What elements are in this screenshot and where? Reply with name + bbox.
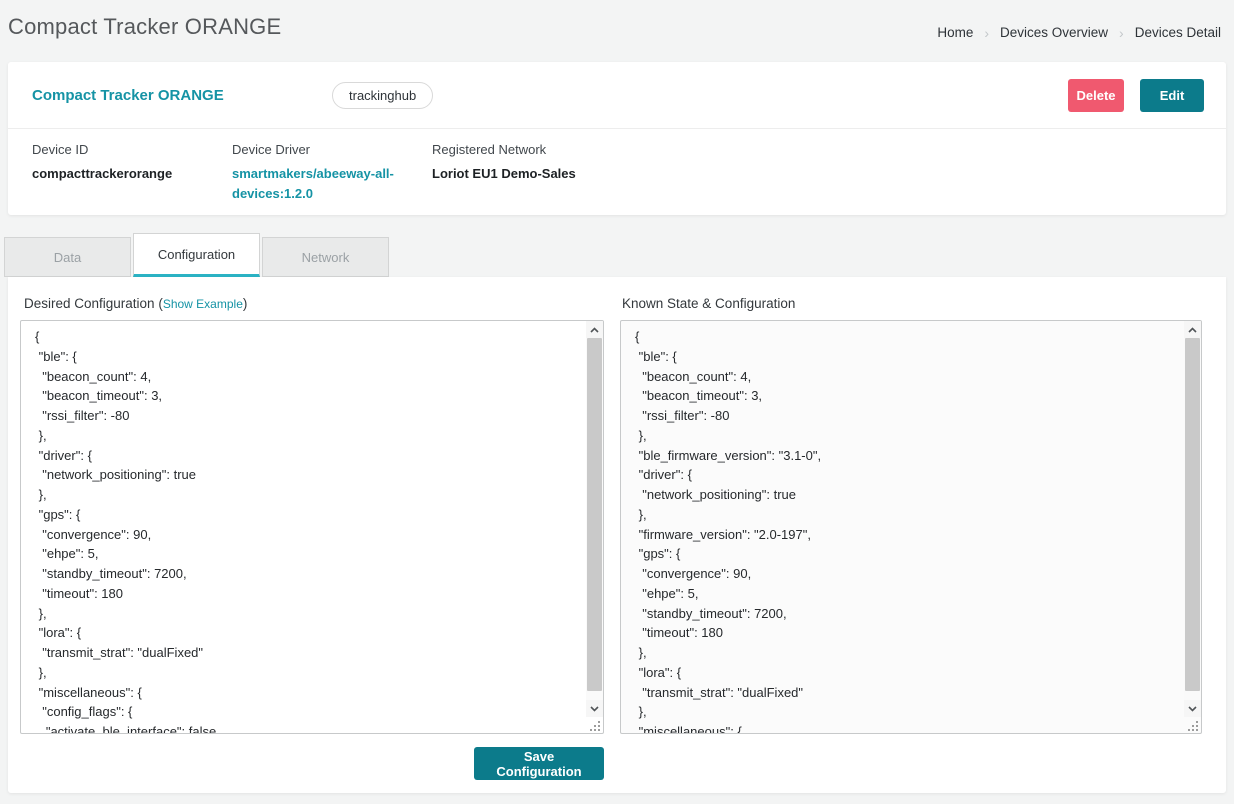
save-configuration-button[interactable]: Save Configuration bbox=[474, 747, 604, 780]
known-state-scrollbar[interactable] bbox=[1184, 321, 1201, 717]
tab-bar: Data Configuration Network bbox=[4, 233, 391, 277]
breadcrumb-separator-icon: › bbox=[984, 26, 989, 40]
tab-network[interactable]: Network bbox=[262, 237, 389, 277]
breadcrumb-devices-detail: Devices Detail bbox=[1135, 25, 1221, 40]
scrollbar-thumb[interactable] bbox=[1185, 338, 1200, 691]
show-example-link[interactable]: Show Example bbox=[163, 297, 243, 311]
known-state-textarea[interactable]: { "ble": { "beacon_count": 4, "beacon_ti… bbox=[620, 320, 1202, 734]
edit-button[interactable]: Edit bbox=[1140, 79, 1204, 112]
desired-config-json[interactable]: { "ble": { "beacon_count": 4, "beacon_ti… bbox=[21, 321, 585, 733]
card-divider bbox=[8, 128, 1226, 129]
field-device-driver: Device Driver smartmakers/abeeway-all-de… bbox=[232, 142, 432, 204]
desired-configuration-label: Desired Configuration (Show Example) bbox=[24, 296, 247, 311]
delete-button[interactable]: Delete bbox=[1068, 79, 1124, 112]
field-label: Registered Network bbox=[432, 142, 602, 157]
scroll-down-arrow-icon[interactable] bbox=[1184, 700, 1201, 717]
breadcrumb-devices-overview[interactable]: Devices Overview bbox=[1000, 25, 1108, 40]
field-label: Device Driver bbox=[232, 142, 402, 157]
device-fields: Device ID compacttrackerorange Device Dr… bbox=[32, 142, 632, 204]
field-device-id: Device ID compacttrackerorange bbox=[32, 142, 232, 204]
field-label: Device ID bbox=[32, 142, 202, 157]
page-title: Compact Tracker ORANGE bbox=[8, 14, 281, 40]
scroll-up-arrow-icon[interactable] bbox=[1184, 321, 1201, 338]
tab-configuration[interactable]: Configuration bbox=[133, 233, 260, 277]
resize-grip-icon[interactable] bbox=[1187, 719, 1199, 731]
field-registered-network: Registered Network Loriot EU1 Demo-Sales bbox=[432, 142, 632, 204]
scroll-down-arrow-icon[interactable] bbox=[586, 700, 603, 717]
desired-label-text: Desired Configuration ( bbox=[24, 296, 163, 311]
known-state-label: Known State & Configuration bbox=[622, 296, 795, 311]
desired-label-close: ) bbox=[243, 296, 248, 311]
scrollbar-thumb[interactable] bbox=[587, 338, 602, 691]
breadcrumb-separator-icon: › bbox=[1119, 26, 1124, 40]
registered-network-value: Loriot EU1 Demo-Sales bbox=[432, 164, 602, 184]
breadcrumb: Home › Devices Overview › Devices Detail bbox=[937, 25, 1221, 40]
resize-grip-icon[interactable] bbox=[589, 719, 601, 731]
scroll-up-arrow-icon[interactable] bbox=[586, 321, 603, 338]
device-card-header: Compact Tracker ORANGE trackinghub Delet… bbox=[8, 62, 1226, 128]
device-card: Compact Tracker ORANGE trackinghub Delet… bbox=[8, 62, 1226, 215]
device-title: Compact Tracker ORANGE bbox=[32, 87, 332, 104]
device-driver-link[interactable]: smartmakers/abeeway-all-devices:1.2.0 bbox=[232, 164, 400, 204]
desired-config-scrollbar[interactable] bbox=[586, 321, 603, 717]
device-id-value: compacttrackerorange bbox=[32, 164, 202, 184]
device-tag-badge: trackinghub bbox=[332, 82, 433, 109]
breadcrumb-home[interactable]: Home bbox=[937, 25, 973, 40]
known-state-json[interactable]: { "ble": { "beacon_count": 4, "beacon_ti… bbox=[621, 321, 1183, 733]
tab-data[interactable]: Data bbox=[4, 237, 131, 277]
desired-config-textarea[interactable]: { "ble": { "beacon_count": 4, "beacon_ti… bbox=[20, 320, 604, 734]
